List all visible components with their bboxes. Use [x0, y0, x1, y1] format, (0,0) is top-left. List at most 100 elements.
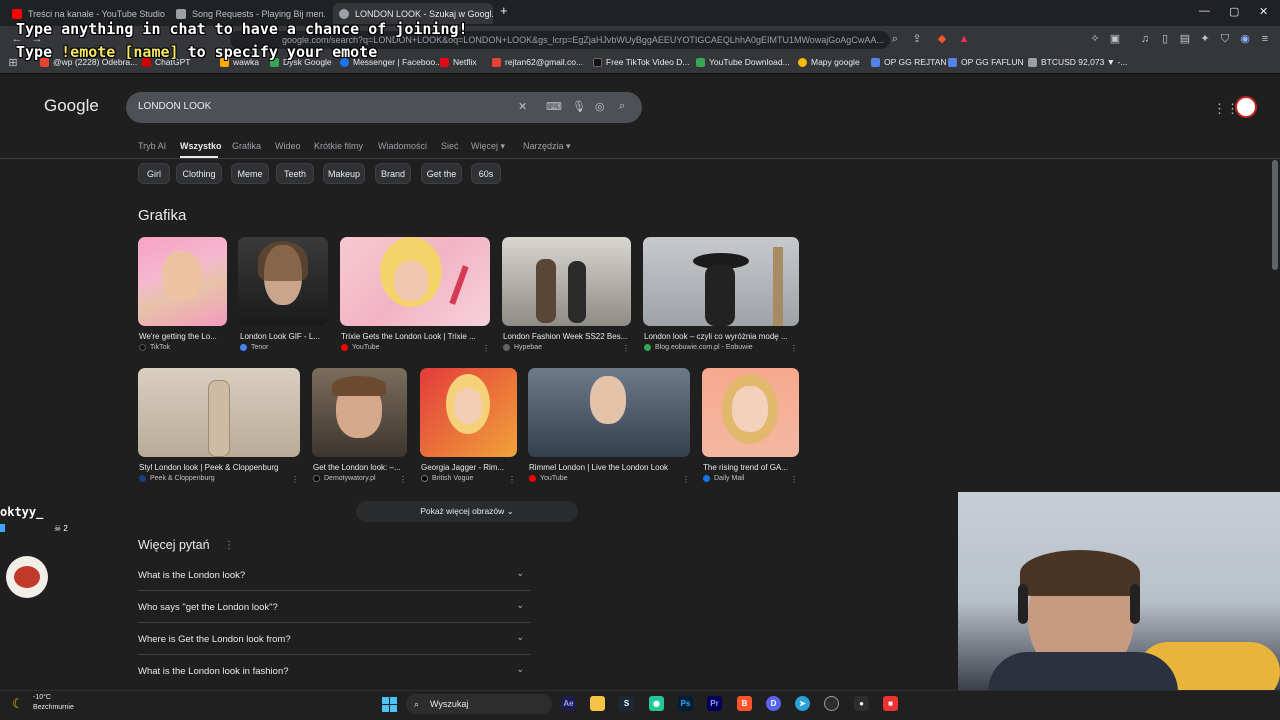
app-icon[interactable]: [824, 696, 839, 711]
tab-all[interactable]: Wszystko: [180, 141, 222, 151]
brave-rewards-icon[interactable]: ▲: [957, 32, 971, 46]
image-title[interactable]: Georgia Jagger - Rim...: [421, 463, 517, 472]
search-input[interactable]: LONDON LOOK: [138, 101, 211, 112]
image-result[interactable]: [528, 368, 690, 457]
image-result[interactable]: [312, 368, 407, 457]
photoshop-icon[interactable]: Ps: [678, 696, 693, 711]
tab-images[interactable]: Grafika: [232, 141, 261, 151]
close-window-button[interactable]: ✕: [1259, 5, 1268, 18]
new-tab-button[interactable]: +: [500, 3, 508, 18]
more-options-icon[interactable]: ⋮: [508, 475, 516, 484]
scrollbar[interactable]: [1272, 160, 1278, 270]
bookmark-item[interactable]: OP GG REJTAN: [871, 57, 947, 67]
image-title[interactable]: London Look GIF - L...: [240, 332, 328, 341]
tab-more[interactable]: Więcej ▾: [471, 141, 505, 152]
chip-brand[interactable]: Brand: [375, 163, 411, 184]
image-result[interactable]: [702, 368, 799, 457]
bookmark-item[interactable]: Netflix: [440, 57, 477, 67]
menu-icon[interactable]: ≡: [1258, 32, 1272, 46]
weather-temperature[interactable]: -10°C: [33, 694, 51, 701]
image-title[interactable]: Styl London look | Peek & Cloppenburg: [139, 463, 299, 472]
music-icon[interactable]: ♫: [1138, 32, 1152, 46]
show-more-images-button[interactable]: Pokaż więcej obrazów ⌄: [356, 501, 578, 522]
more-options-icon[interactable]: ⋮: [682, 475, 690, 484]
image-title[interactable]: The rising trend of GA...: [703, 463, 799, 472]
sidebar-icon[interactable]: ▯: [1158, 32, 1172, 46]
bookmark-item[interactable]: YouTube Download...: [696, 57, 790, 67]
image-title[interactable]: London Fashion Week SS22 Bes...: [503, 332, 631, 341]
tab-news[interactable]: Wiadomości: [378, 141, 427, 151]
brave-icon[interactable]: B: [737, 696, 752, 711]
moon-icon[interactable]: ☾: [12, 696, 24, 712]
question-row[interactable]: What is the London look in fashion? ⌄: [138, 656, 530, 687]
image-result[interactable]: [420, 368, 517, 457]
app-icon[interactable]: ■: [883, 696, 898, 711]
microphone-icon[interactable]: 🎙: [572, 100, 586, 113]
image-title[interactable]: London look – czyli co wyróżnia modę ...: [644, 332, 800, 341]
image-result[interactable]: [138, 368, 300, 457]
image-result[interactable]: [502, 237, 631, 326]
tab-videos[interactable]: Wideo: [275, 141, 301, 151]
chip-clothing[interactable]: Clothing: [176, 163, 222, 184]
tab-ai-mode[interactable]: Tryb AI: [138, 141, 166, 151]
tab-tools[interactable]: Narzędzia ▾: [523, 141, 571, 152]
search-icon[interactable]: ⌕: [888, 32, 902, 46]
share-icon[interactable]: ⇪: [910, 32, 924, 46]
chip-meme[interactable]: Meme: [231, 163, 269, 184]
profile-icon[interactable]: ◉: [1238, 32, 1252, 46]
discord-icon[interactable]: D: [766, 696, 781, 711]
chip-girl[interactable]: Girl: [138, 163, 170, 184]
more-options-icon[interactable]: ⋮: [790, 475, 798, 484]
ai-icon[interactable]: ✦: [1198, 32, 1212, 46]
wallet-icon[interactable]: ▤: [1178, 32, 1192, 46]
bookmark-item[interactable]: BTCUSD 92,073 ▼ -...: [1028, 57, 1127, 67]
avatar[interactable]: [1235, 96, 1257, 118]
weather-description[interactable]: Bezchmurnie: [33, 704, 74, 711]
more-options-icon[interactable]: ⋮: [291, 475, 299, 484]
question-row[interactable]: Who says "get the London look"? ⌄: [138, 592, 530, 623]
tab-short-videos[interactable]: Krótkie filmy: [314, 141, 363, 151]
obs-icon[interactable]: ●: [854, 696, 869, 711]
image-result[interactable]: [643, 237, 799, 326]
maximize-button[interactable]: ▢: [1229, 5, 1239, 18]
telegram-icon[interactable]: ➤: [795, 696, 810, 711]
chip-makeup[interactable]: Makeup: [323, 163, 365, 184]
question-row[interactable]: Where is Get the London look from? ⌄: [138, 624, 530, 655]
chip-get-the[interactable]: Get the: [421, 163, 462, 184]
bookmark-item[interactable]: OP GG FAFLUN: [948, 57, 1024, 67]
bookmark-item[interactable]: rejtan62@gmail.co...: [492, 57, 583, 67]
premiere-icon[interactable]: Pr: [707, 696, 722, 711]
more-options-icon[interactable]: ⋮: [790, 344, 798, 353]
more-options-icon[interactable]: ⋮: [482, 344, 490, 353]
image-title[interactable]: Rimmel London | Live the London Look: [529, 463, 689, 472]
google-logo[interactable]: Google: [44, 96, 99, 116]
minimize-button[interactable]: —: [1199, 5, 1210, 17]
bookmark-item[interactable]: Free TikTok Video D...: [593, 57, 689, 67]
image-result[interactable]: [340, 237, 490, 326]
windows-start-icon[interactable]: [382, 697, 397, 712]
bookmark-item[interactable]: Mapy google: [798, 57, 860, 67]
more-options-icon[interactable]: ⋮: [399, 475, 407, 484]
brave-shield-icon[interactable]: ◆: [935, 32, 949, 46]
search-icon[interactable]: ⌕: [619, 100, 625, 113]
image-result[interactable]: [138, 237, 227, 326]
question-row[interactable]: What is the London look? ⌄: [138, 560, 530, 591]
more-options-icon[interactable]: ⋮: [622, 344, 630, 353]
tab-web[interactable]: Sieć: [441, 141, 459, 151]
taskbar-search-input[interactable]: ⌕ Wyszukaj: [406, 694, 552, 714]
after-effects-icon[interactable]: Ae: [561, 696, 576, 711]
extensions-icon[interactable]: ✧: [1088, 32, 1102, 46]
keyboard-icon[interactable]: ⌨: [546, 100, 562, 113]
image-title[interactable]: Get the London look: –...: [313, 463, 407, 472]
chip-teeth[interactable]: Teeth: [276, 163, 314, 184]
clear-icon[interactable]: ✕: [518, 100, 527, 113]
chip-60s[interactable]: 60s: [471, 163, 501, 184]
image-result[interactable]: [238, 237, 328, 326]
image-title[interactable]: We're getting the Lo...: [139, 332, 227, 341]
steam-icon[interactable]: S: [619, 696, 634, 711]
lens-icon[interactable]: ◎: [595, 100, 605, 113]
image-title[interactable]: Trixie Gets the London Look | Trixie ...: [341, 332, 491, 341]
vpn-icon[interactable]: ⛉: [1218, 32, 1232, 46]
extension-icon[interactable]: ▣: [1108, 32, 1122, 46]
file-explorer-icon[interactable]: [590, 696, 605, 711]
